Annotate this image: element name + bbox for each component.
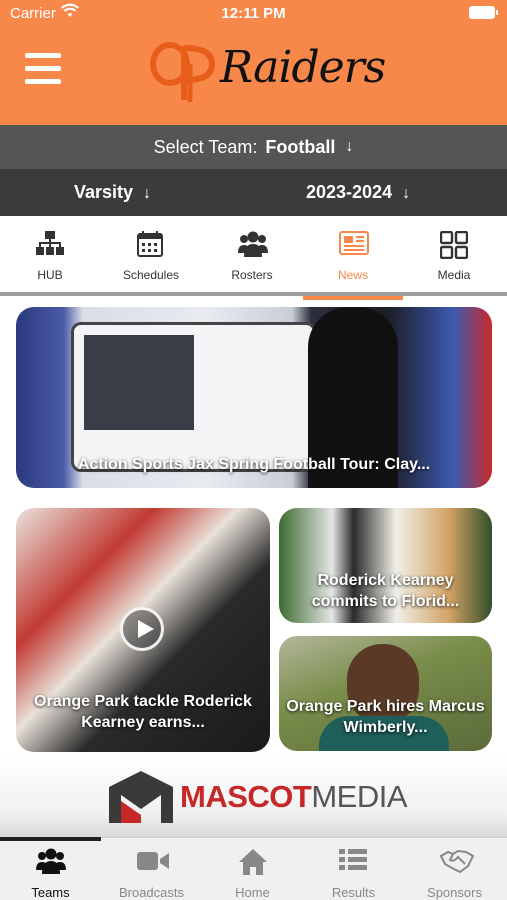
- news-card[interactable]: Roderick Kearney commits to Florid...: [279, 508, 492, 623]
- news-card[interactable]: Orange Park hires Marcus Wimberly...: [279, 636, 492, 751]
- bottom-nav: Teams Broadcasts Home Results Sponsors: [0, 837, 507, 900]
- app-header: Carrier 12:11 PM Raiders: [0, 0, 507, 125]
- bus-image: [71, 322, 316, 472]
- team-select-label: Select Team:: [153, 136, 258, 157]
- tab-schedules[interactable]: Schedules: [101, 216, 201, 296]
- tab-label: Schedules: [122, 268, 180, 282]
- menu-button[interactable]: [25, 53, 61, 85]
- newspaper-icon: [339, 231, 369, 255]
- news-title: Orange Park hires Marcus Wimberly...: [286, 698, 485, 736]
- calendar-icon: [137, 231, 163, 257]
- logo-wordmark: Raiders: [220, 42, 386, 93]
- arrow-down-icon: ↓: [402, 185, 411, 202]
- team-select-value: Football: [265, 136, 336, 157]
- video-news-title: Orange Park tackle Roderick Kearney earn…: [34, 693, 252, 731]
- hamburger-icon: [25, 53, 61, 58]
- season-selector[interactable]: 2023-2024 ↓: [306, 182, 410, 203]
- nav-broadcasts[interactable]: Broadcasts: [101, 838, 202, 900]
- news-title: Roderick Kearney commits to Florid...: [311, 572, 460, 610]
- tab-news[interactable]: News: [303, 216, 403, 300]
- level-selector[interactable]: Varsity ↓: [74, 182, 151, 203]
- arrow-down-icon: ↓: [345, 138, 354, 155]
- home-icon: [239, 849, 267, 875]
- battery-icon: [469, 6, 498, 19]
- org-chart-icon: [36, 231, 64, 255]
- featured-news-title: Action Sports Jax Spring Football Tour: …: [77, 456, 431, 473]
- tab-label: HUB: [37, 268, 63, 282]
- section-tabs: HUB Schedules Rosters News Media: [0, 216, 507, 300]
- status-bar: Carrier 12:11 PM: [0, 0, 507, 28]
- video-news-card[interactable]: Orange Park tackle Roderick Kearney earn…: [16, 508, 270, 752]
- tab-hub[interactable]: HUB: [0, 216, 100, 296]
- team-selector[interactable]: Select Team: Football ↓: [0, 125, 507, 169]
- video-camera-icon: [137, 852, 169, 870]
- handshake-icon: [440, 849, 474, 874]
- nav-label: Sponsors: [427, 885, 482, 900]
- team-icon: [36, 848, 66, 874]
- users-icon: [238, 231, 268, 257]
- tab-media[interactable]: Media: [404, 216, 504, 296]
- nav-label: Results: [331, 885, 376, 900]
- filter-bar: Varsity ↓ 2023-2024 ↓: [0, 169, 507, 216]
- op-monogram-icon: [150, 42, 216, 102]
- grid-icon: [440, 231, 468, 259]
- nav-label: Broadcasts: [118, 885, 185, 900]
- play-icon[interactable]: [120, 607, 164, 651]
- nav-sponsors[interactable]: Sponsors: [404, 838, 505, 900]
- raiders-logo: Raiders: [150, 38, 386, 108]
- featured-news-card[interactable]: Action Sports Jax Spring Football Tour: …: [16, 307, 492, 488]
- nav-teams[interactable]: Teams: [0, 838, 101, 900]
- nav-label: Home: [235, 885, 270, 900]
- nav-label: Teams: [31, 885, 70, 900]
- tab-label: Media: [437, 268, 471, 282]
- list-icon: [339, 849, 367, 870]
- sponsor-name: MASCOTMEDIA: [180, 779, 408, 814]
- tab-rosters[interactable]: Rosters: [202, 216, 302, 296]
- tab-label: News: [337, 268, 368, 282]
- tab-label: Rosters: [231, 268, 273, 282]
- mascot-media-logo-icon: [109, 771, 173, 823]
- nav-home[interactable]: Home: [202, 838, 303, 900]
- arrow-down-icon: ↓: [143, 185, 152, 202]
- sponsor-banner[interactable]: MASCOTMEDIA: [0, 755, 507, 837]
- nav-results[interactable]: Results: [303, 838, 404, 900]
- clock: 12:11 PM: [221, 5, 286, 22]
